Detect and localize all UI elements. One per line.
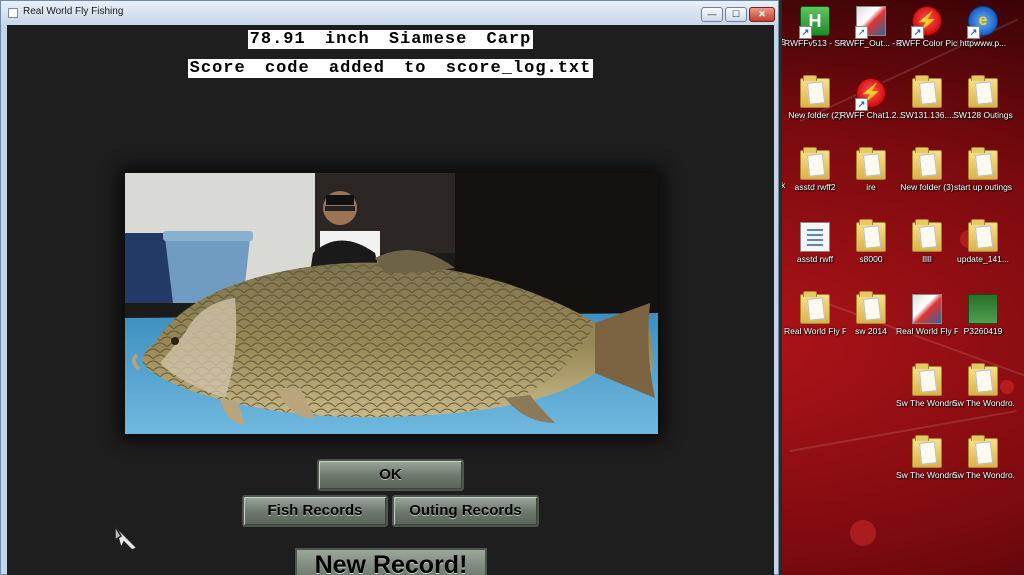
- fish-app-icon: [912, 294, 942, 324]
- ok-button[interactable]: OK: [317, 459, 464, 491]
- desktop-icon-label: Sw The Wondro...: [896, 398, 958, 408]
- folder-icon: [912, 147, 942, 180]
- folder-icon: [968, 435, 998, 468]
- desktop-icon-asstd-rwff[interactable]: asstd rwff: [784, 222, 846, 265]
- desktop-icon-label: RWFF Chat1.2...: [840, 110, 902, 120]
- desktop-icon-lllll[interactable]: lllll: [896, 219, 958, 265]
- desktop-icon-label: New folder (2): [788, 110, 842, 120]
- folder-icon: [968, 363, 998, 396]
- desktop-icon-label: Sw The Wondro...: [952, 470, 1014, 480]
- desktop-icon-sw128-outings[interactable]: SW128 Outings: [952, 75, 1014, 121]
- new-record-banner: New Record!: [295, 548, 487, 575]
- desktop-icon-real-world-fly-fishing-app[interactable]: Real World Fly Fishi...: [896, 294, 958, 337]
- desktop-icon-label: Real World Fly Fishi...: [896, 326, 958, 336]
- desktop-icon-rwffv513[interactable]: H RWFFv513 - Shortcut: [784, 6, 846, 49]
- green-h-app-icon: H: [799, 6, 830, 39]
- folder-icon: [856, 147, 886, 180]
- fish-app-icon: [855, 6, 886, 39]
- desktop-icon-label: update_141...: [957, 254, 1009, 264]
- desktop-icon-sw131[interactable]: SW131.136....: [896, 75, 958, 121]
- close-button[interactable]: ✕: [749, 7, 775, 22]
- desktop-icon-label: RWFF_Out... - Shortcut: [840, 38, 902, 48]
- desktop-icon-label: ire: [866, 182, 876, 192]
- desktop-icon-label: lllll: [922, 254, 932, 264]
- fish-records-button[interactable]: Fish Records: [242, 495, 388, 527]
- folder-icon: [800, 75, 830, 108]
- maximize-button[interactable]: ☐: [725, 7, 747, 22]
- folder-icon: [856, 219, 886, 252]
- desktop-icon-rwff-color-picker[interactable]: ⚡ RWFF Color Picker - S...: [896, 6, 958, 49]
- desktop-icon-label: P3260419: [963, 326, 1003, 336]
- desktop-icon-label: SW128 Outings: [953, 110, 1013, 120]
- desktop-icon-internet-shortcut[interactable]: e httpwww.p...: [952, 6, 1014, 49]
- folder-icon: [912, 75, 942, 108]
- folder-icon: [800, 147, 830, 180]
- desktop-icon-p3260419[interactable]: P3260419: [952, 294, 1014, 337]
- window-edge: [779, 0, 782, 575]
- catch-photo: [125, 173, 658, 434]
- folder-icon: [968, 219, 998, 252]
- window-titlebar[interactable]: Real World Fly Fishing — ☐ ✕: [1, 1, 778, 25]
- desktop-icon-new-folder-2[interactable]: New folder (2): [784, 75, 846, 121]
- window-title: Real World Fly Fishing: [23, 6, 124, 17]
- catch-size-species: 78.91 inch Siamese Carp: [247, 30, 534, 49]
- desktop-icon-sw-the-wondrous-3[interactable]: Sw The Wondro...: [896, 435, 958, 481]
- image-file-icon: [968, 294, 998, 324]
- folder-icon: [912, 435, 942, 468]
- score-log-message: Score code added to score_log.txt: [187, 59, 594, 78]
- desktop-icon-rwff-chat[interactable]: ⚡ RWFF Chat1.2...: [840, 78, 902, 121]
- desktop-icon-ire[interactable]: ire: [840, 147, 902, 193]
- desktop-icon-new-folder-3[interactable]: New folder (3): [896, 147, 958, 193]
- desktop-icon-label: RWFF Color Picker - S...: [896, 38, 958, 48]
- folder-icon: [800, 291, 830, 324]
- desktop-icon-label: New folder (3): [900, 182, 954, 192]
- desktop-icon-label: Sw The Wondro...: [896, 470, 958, 480]
- desktop-icon-label: asstd rwff: [796, 254, 834, 264]
- flash-app-icon: ⚡: [911, 6, 942, 39]
- desktop-icon-sw-the-wondrous-4[interactable]: Sw The Wondro...: [952, 435, 1014, 481]
- desktop-icon-start-up-outings[interactable]: start up outings: [952, 147, 1014, 193]
- desktop-icon-label: asstd rwff2: [794, 182, 836, 192]
- folder-icon: [968, 75, 998, 108]
- folder-icon: [912, 219, 942, 252]
- desktop-icon-sw-2014[interactable]: sw 2014: [840, 291, 902, 337]
- desktop-icon-label: s8000: [859, 254, 883, 264]
- score-log-line: Score code added to score_log.txt: [7, 59, 774, 78]
- folder-icon: [856, 291, 886, 324]
- desktop-icon-label: sw 2014: [855, 326, 887, 336]
- desktop-icon-s8000[interactable]: s8000: [840, 219, 902, 265]
- desktop-icon-label: RWFFv513 - Shortcut: [784, 38, 846, 48]
- desktop-icon-label: SW131.136....: [900, 110, 954, 120]
- game-client-area: 78.91 inch Siamese Carp Score code added…: [7, 25, 774, 575]
- catch-result-line: 78.91 inch Siamese Carp: [7, 30, 774, 49]
- mouse-cursor-icon: [113, 523, 139, 551]
- desktop-icon-real-world-fly-fishing-folder[interactable]: Real World Fly Fishin...: [784, 291, 846, 337]
- desktop-icon-sw-the-wondrous-1[interactable]: Sw The Wondro...: [896, 363, 958, 409]
- desktop-icon-asstd-rwff2[interactable]: asstd rwff2: [784, 147, 846, 193]
- internet-shortcut-icon: e: [967, 6, 998, 39]
- desktop-icon-label: Real World Fly Fishin...: [784, 326, 846, 336]
- flash-app-icon: ⚡: [855, 78, 886, 111]
- wallpaper-decoration: [850, 520, 876, 546]
- folder-icon: [968, 147, 998, 180]
- app-window: Real World Fly Fishing — ☐ ✕ 78.91 inch …: [0, 0, 779, 575]
- desktop-icon-label: httpwww.p...: [959, 38, 1007, 48]
- folder-icon: [912, 363, 942, 396]
- outing-records-button[interactable]: Outing Records: [392, 495, 539, 527]
- desktop-icon-label: start up outings: [953, 182, 1013, 192]
- desktop-icon-rwff-outings[interactable]: RWFF_Out... - Shortcut: [840, 6, 902, 49]
- app-window-icon: [8, 8, 18, 18]
- minimize-button[interactable]: —: [701, 7, 723, 22]
- document-icon: [800, 222, 830, 252]
- desktop-icon-label: Sw The Wondro...: [952, 398, 1014, 408]
- desktop-icon-update-141[interactable]: update_141...: [952, 219, 1014, 265]
- giant-carp-photo: [125, 173, 658, 434]
- desktop-icon-sw-the-wondrous-2[interactable]: Sw The Wondro...: [952, 363, 1014, 409]
